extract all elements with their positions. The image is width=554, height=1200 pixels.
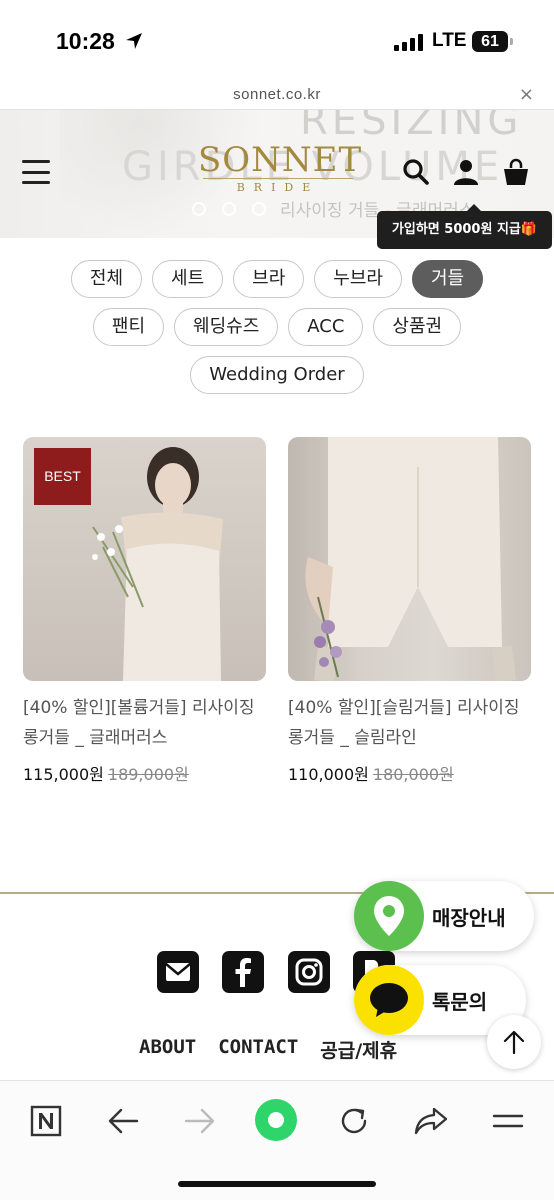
category-chip[interactable]: 브라 [233,260,305,298]
category-row: Wedding Order [0,356,554,394]
location-arrow-icon [126,33,142,49]
naver-n-icon[interactable] [28,1103,64,1139]
status-time: 10:28 [56,28,115,54]
location-pin-icon [354,881,424,951]
hamburger-menu-icon[interactable] [22,160,50,184]
category-chip[interactable]: 웨딩슈즈 [174,308,279,346]
category-row: 팬티 웨딩슈즈 ACC 상품권 [0,308,554,346]
signal-icon [394,33,424,51]
store-info-label: 매장안내 [432,905,506,930]
facebook-icon[interactable] [222,951,264,993]
forward-icon[interactable] [182,1103,218,1139]
category-chip[interactable]: 상품권 [373,308,462,346]
product-price-row: 110,000원 180,000원 [288,761,531,785]
logo-sub: BRIDE [203,178,353,194]
best-badge: BEST [34,448,91,505]
refresh-icon[interactable] [336,1103,372,1139]
footer-link[interactable]: ABOUT [139,1036,196,1063]
back-icon[interactable] [105,1103,141,1139]
product-name[interactable]: [40% 할인][볼륨거들] 리사이징 롱거들 _ 글래머러스 [23,693,266,753]
chat-bubble-icon [354,965,424,1035]
battery-icon: 61 [472,31,513,52]
share-icon[interactable] [413,1103,449,1139]
close-icon[interactable]: × [519,84,534,105]
footer-link[interactable]: CONTACT [218,1036,298,1063]
category-chip[interactable]: 세트 [152,260,224,298]
product-price: 110,000원 [288,765,369,784]
status-bar: 10:28 LTE 61 [0,0,554,80]
menu-icon[interactable] [490,1103,526,1139]
footer-nav: ABOUT CONTACT 공급/제휴 [139,1036,397,1063]
hero-bg-text: RESIZING [300,110,523,144]
slide-indicators[interactable] [192,202,266,216]
product-price-row: 115,000원 189,000원 [23,761,266,785]
instagram-icon[interactable] [288,951,330,993]
product-name[interactable]: [40% 할인][슬림거들] 리사이징 롱거들 _ 슬림라인 [288,693,531,753]
search-icon[interactable] [402,158,430,186]
product-original-price: 180,000원 [372,765,454,784]
slide-dot[interactable] [252,202,266,216]
category-chip[interactable]: 거들 [411,260,484,298]
user-icon[interactable] [452,158,480,186]
product-photo [305,437,516,681]
logo-main: SONNET [198,140,363,180]
category-chip[interactable]: ACC [288,308,364,346]
category-filter: 전체 세트 브라 누브라 거들 팬티 웨딩슈즈 ACC 상품권 Wedding Order [0,260,554,404]
network-label: LTE [432,30,467,51]
slide-dot[interactable] [222,202,236,216]
product-card[interactable]: BEST [40% 할인][볼륨거들] 리사이징 롱거들 _ 글래머러스 115… [23,437,266,785]
product-image[interactable] [288,437,531,681]
home-indicator [178,1181,376,1187]
slide-dot[interactable] [192,202,206,216]
url-text[interactable]: sonnet.co.kr [0,86,554,103]
cart-icon[interactable] [502,158,530,186]
category-chip[interactable]: 누브라 [314,260,402,298]
product-card[interactable]: [40% 할인][슬림거들] 리사이징 롱거들 _ 슬림라인 110,000원 1… [288,437,531,785]
signup-tooltip[interactable]: 가입하면 5000원 지급🎁 [377,204,552,249]
url-bar[interactable]: sonnet.co.kr × [0,80,554,110]
mail-icon[interactable] [157,951,199,993]
scroll-top-button[interactable] [487,1015,541,1069]
category-chip[interactable]: 팬티 [92,308,165,346]
product-image[interactable]: BEST [23,437,266,681]
category-chip[interactable]: 전체 [70,260,143,298]
footer-link[interactable]: 공급/제휴 [320,1036,397,1063]
store-info-button[interactable]: 매장안내 [354,881,534,951]
product-original-price: 189,000원 [107,765,189,784]
inquiry-label: 톡문의 [432,989,488,1014]
category-row: 전체 세트 브라 누브라 거들 [0,260,554,298]
arrow-up-icon [503,1030,525,1055]
naver-home-icon[interactable] [254,1098,298,1142]
product-price: 115,000원 [23,765,104,784]
site-logo[interactable]: SONNET BRIDE [198,140,363,194]
category-chip[interactable]: Wedding Order [190,356,364,394]
